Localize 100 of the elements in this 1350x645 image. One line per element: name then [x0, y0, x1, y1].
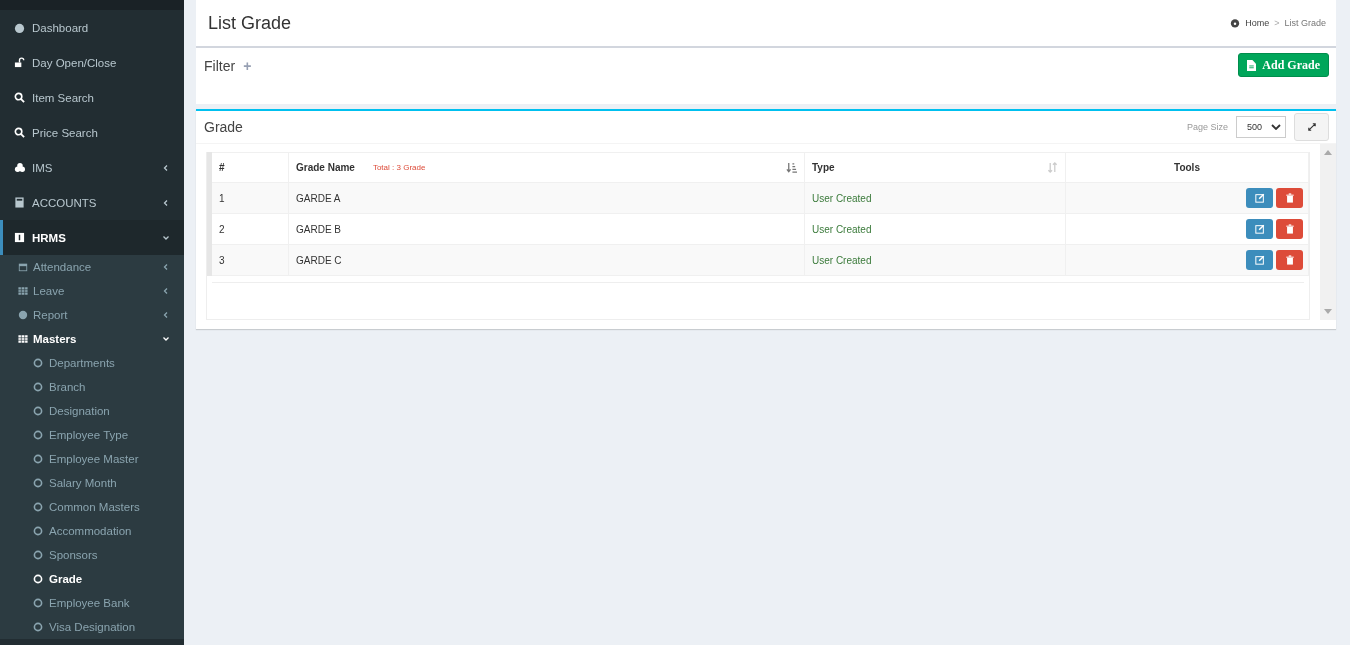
document-icon — [1247, 59, 1257, 71]
breadcrumb-link[interactable]: Home — [1245, 18, 1270, 28]
submenu-item[interactable]: Report — [0, 303, 184, 327]
scroll-down-icon[interactable] — [1324, 309, 1332, 314]
edit-icon — [1254, 255, 1265, 265]
page-size-label: Page Size — [1186, 122, 1228, 132]
menu-icon — [14, 162, 25, 173]
page-title: List Grade — [208, 12, 292, 34]
submenu-link[interactable]: Grade — [0, 567, 184, 591]
submenu-link[interactable]: Branch — [0, 375, 184, 399]
sidebar-item[interactable]: Item Search — [0, 80, 184, 115]
trash-icon — [1284, 224, 1295, 234]
circle-icon — [33, 382, 43, 392]
sidebar-item[interactable]: HRMS — [0, 220, 184, 255]
sidebar-item[interactable]: IMS — [0, 150, 184, 185]
menu-icon — [18, 310, 28, 320]
edit-icon — [1254, 193, 1265, 203]
table-cell: User Created — [804, 213, 1066, 245]
submenu-link[interactable]: Designation — [0, 399, 184, 423]
sidebar-item[interactable]: Day Open/Close — [0, 45, 184, 80]
circle-icon — [33, 358, 43, 368]
menu-icon — [14, 127, 25, 138]
menu-label: Item Search — [32, 91, 95, 104]
scrollbar[interactable] — [1320, 144, 1336, 320]
delete-button[interactable] — [1276, 188, 1303, 208]
circle-icon — [33, 502, 43, 512]
filter-title: Filter — [204, 58, 236, 74]
submenu-link[interactable]: Accommodation — [0, 519, 184, 543]
menu-icon — [14, 57, 25, 68]
menu-icon — [14, 232, 25, 243]
edit-button[interactable] — [1246, 188, 1273, 208]
submenu-label: Leave — [33, 285, 66, 297]
menu-label: Price Search — [32, 126, 99, 139]
dashboard-icon — [1230, 18, 1241, 28]
breadcrumb-separator: > — [1274, 18, 1280, 28]
scroll-up-icon[interactable] — [1324, 150, 1332, 155]
caret-icon — [1271, 124, 1281, 130]
edit-icon — [1254, 224, 1265, 234]
edit-button[interactable] — [1246, 219, 1273, 239]
menu-label: Day Open/Close — [32, 56, 118, 69]
submenu-item[interactable]: Masters — [0, 327, 184, 351]
breadcrumb-current: List Grade — [1284, 18, 1326, 28]
total-count: Total : 3 Grade — [372, 163, 426, 172]
submenu-link[interactable]: Visa Designation — [0, 615, 184, 639]
submenu-link[interactable]: Common Masters — [0, 495, 184, 519]
add-grade-button[interactable]: Add Grade — [1238, 53, 1329, 77]
circle-icon — [33, 622, 43, 632]
circle-icon — [33, 406, 43, 416]
sort-icon[interactable] — [786, 162, 797, 173]
submenu-label: Masters — [33, 333, 78, 345]
table-cell: GARDE A — [288, 182, 805, 214]
submenu-item[interactable]: Attendance — [0, 255, 184, 279]
submenu-label: Report — [33, 309, 69, 321]
menu-icon — [18, 334, 28, 344]
menu-label: Dashboard — [32, 21, 90, 34]
circle-icon — [33, 430, 43, 440]
trash-icon — [1284, 193, 1295, 203]
sidebar-item[interactable]: ACCOUNTS — [0, 185, 184, 220]
delete-button[interactable] — [1276, 219, 1303, 239]
page-size-select[interactable]: 500 — [1236, 116, 1286, 138]
expand-icon — [1307, 123, 1316, 131]
submenu-link[interactable]: Employee Type — [0, 423, 184, 447]
circle-icon — [33, 454, 43, 464]
table-cell: GARDE C — [288, 244, 805, 276]
column-header: Tools — [1065, 152, 1309, 183]
submenu-link[interactable]: Salary Month — [0, 471, 184, 495]
column-header: # — [209, 152, 289, 183]
edit-button[interactable] — [1246, 250, 1273, 270]
panel-title: Grade — [204, 119, 243, 135]
circle-icon — [33, 550, 43, 560]
submenu-label: Attendance — [33, 261, 93, 273]
column-header[interactable]: Grade Name — [296, 162, 355, 173]
submenu-link[interactable]: Departments — [0, 351, 184, 375]
table-cell: 3 — [209, 244, 289, 276]
table-cell: User Created — [804, 244, 1066, 276]
menu-label: ACCOUNTS — [32, 196, 98, 209]
menu-icon — [14, 197, 25, 208]
circle-icon — [33, 598, 43, 608]
expand-toggle[interactable]: + — [243, 58, 252, 74]
menu-icon — [14, 22, 25, 33]
sidebar-item[interactable]: Price Search — [0, 115, 184, 150]
submenu-link[interactable]: Employee Master — [0, 447, 184, 471]
submenu-link[interactable]: Employee Bank — [0, 591, 184, 615]
submenu-item[interactable]: Leave — [0, 279, 184, 303]
circle-icon — [33, 478, 43, 488]
table-cell: 2 — [209, 213, 289, 245]
column-header[interactable]: Type — [812, 162, 835, 173]
menu-icon — [18, 286, 28, 296]
submenu-link[interactable]: Sponsors — [0, 543, 184, 567]
circle-icon — [33, 574, 43, 584]
sidebar-item[interactable]: Dashboard — [0, 10, 184, 45]
menu-label: IMS — [32, 161, 54, 174]
fullscreen-button[interactable] — [1294, 113, 1329, 141]
table-cell: GARDE B — [288, 213, 805, 245]
menu-icon — [18, 262, 28, 272]
table-cell: 1 — [209, 182, 289, 214]
circle-icon — [33, 526, 43, 536]
delete-button[interactable] — [1276, 250, 1303, 270]
menu-icon — [14, 92, 25, 103]
trash-icon — [1284, 255, 1295, 265]
